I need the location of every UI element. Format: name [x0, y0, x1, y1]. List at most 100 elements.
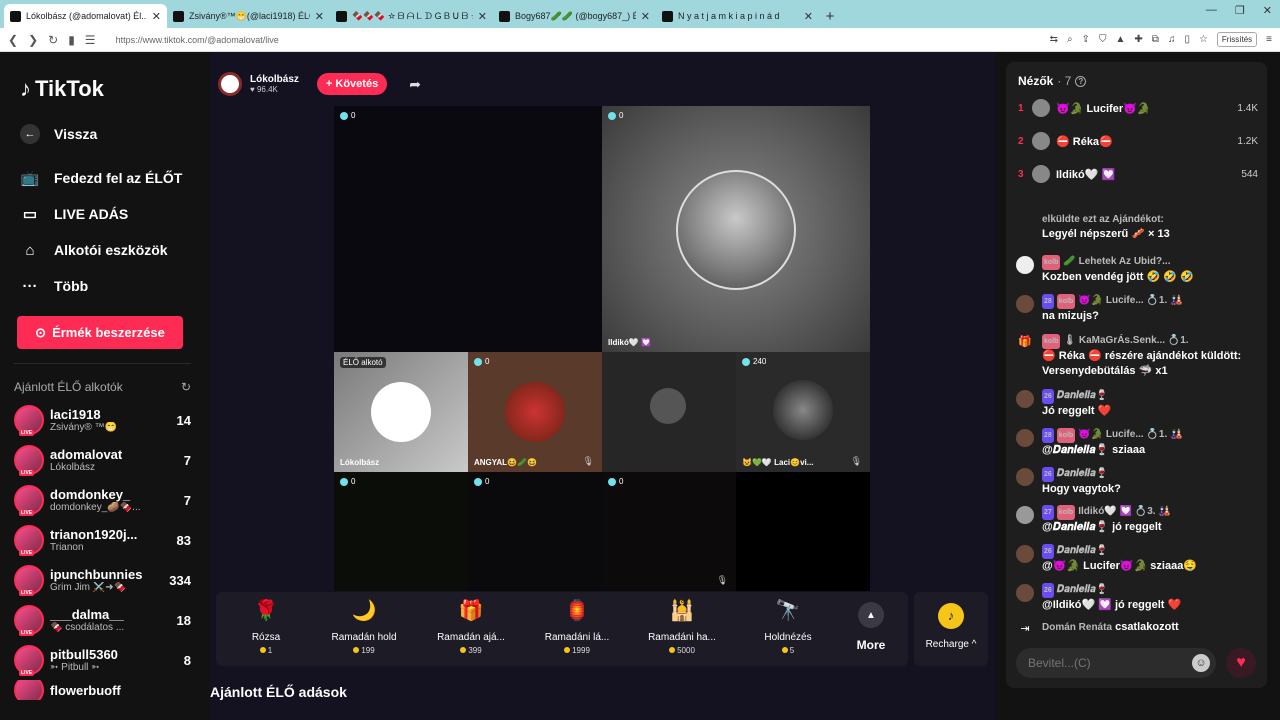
close-tab-icon[interactable]: ✕ [641, 10, 650, 23]
camera-icon: ▭ [22, 206, 38, 223]
emoji-icon[interactable]: ☺ [1192, 654, 1210, 672]
avatar[interactable] [1016, 584, 1034, 602]
minimize-icon[interactable]: — [1206, 4, 1217, 17]
avatar[interactable] [1016, 295, 1034, 313]
enter-icon: ⇥ [1020, 623, 1030, 635]
extension-icons: ⇆ ⌕ ⇪ ⛉ ▲ ✚ ⧉ ♫ ▯ ☆ Frissítés ≡ [1050, 32, 1272, 47]
creator-item[interactable]: LIVE domdonkey_ domdonkey_🥔🍫... 7 [14, 480, 191, 520]
avatar[interactable] [1016, 429, 1034, 447]
forward-nav-icon[interactable]: ❯ [28, 33, 38, 47]
refresh-button[interactable]: Frissítés [1216, 32, 1258, 47]
gift-item[interactable]: 🎁 Ramadán ajá... 399 [421, 598, 521, 655]
heart-icon: ♥ [250, 85, 255, 94]
back-link[interactable]: ← Vissza [20, 116, 191, 152]
browser-tab[interactable]: N y a t j a m k i a p i n á d ✕ [656, 4, 819, 28]
browser-tab[interactable]: Bogy687🥒🥒 (@bogy687_) ÉLŐ a...✕ [493, 4, 656, 28]
browser-tab[interactable]: 🍫🍫🍫 ☆ ᗷ ᗩ ᒪ ᗪ G Ᏼ ᑌ ᗷ ☆ (@gabo...✕ [330, 4, 493, 28]
avatar [1032, 132, 1050, 150]
avatar[interactable] [1016, 390, 1034, 408]
creator-item[interactable]: LIVE ipunchbunnies Grim Jim ⚔️➜🍫 334 [14, 560, 191, 600]
guest-cell-empty[interactable] [736, 472, 870, 591]
viewer-row[interactable]: 2 ⛔ Réka⛔ 1.2K [1018, 129, 1258, 153]
close-tab-icon[interactable]: ✕ [804, 10, 813, 23]
gift-item[interactable]: 🌹 Rózsa 1 [216, 598, 316, 655]
creator-item[interactable]: LIVE pitbull5360 ➳ Pitbull ➳ 8 [14, 640, 191, 680]
get-coins-button[interactable]: ⊙ Érmék beszerzése [17, 316, 183, 349]
url-field[interactable]: https://www.tiktok.com/@adomalovat/live [106, 35, 1040, 45]
share-icon[interactable]: ➦ [409, 76, 421, 93]
maximize-icon[interactable]: ❐ [1235, 4, 1245, 17]
menu-icon[interactable]: ≡ [1266, 34, 1272, 45]
follow-button[interactable]: + Követés [316, 73, 388, 95]
viewer-row[interactable]: 1 😈🐊 Lucifer😈🐊 1.4K [1018, 96, 1258, 120]
guest-cell[interactable]: 0 [468, 472, 602, 591]
creator-item[interactable]: LIVE trianon1920j... Trianon 83 [14, 520, 191, 560]
refresh-icon[interactable]: ↻ [181, 380, 191, 394]
gift-icon: 🎁 [1018, 336, 1032, 348]
nav-explore-live[interactable]: 📺 Fedezd fel az ÉLŐT [20, 160, 191, 196]
share-page-icon[interactable]: ⇪ [1082, 34, 1090, 45]
nav-live-broadcast[interactable]: ▭ LIVE ADÁS [20, 196, 191, 232]
viewer-row[interactable]: 3 Ildikó🤍 💟 544 [1018, 162, 1258, 186]
avatar[interactable] [218, 72, 242, 96]
guest-cell[interactable]: 0 ANGYAL😆🥒😆 🎙 [468, 352, 602, 472]
gift-item[interactable]: 🌙 Ramadán hold 199 [314, 598, 414, 655]
close-window-icon[interactable]: ✕ [1263, 4, 1272, 17]
avatar[interactable] [1016, 468, 1034, 486]
chevron-up-icon: ▲ [858, 602, 884, 628]
zoom-icon[interactable]: ⌕ [1067, 34, 1073, 45]
puzzle-icon[interactable]: ⧉ [1152, 34, 1159, 45]
gift-item[interactable]: 🕌 Ramadáni ha... 5000 [632, 598, 732, 655]
guest-avatar [676, 170, 796, 290]
like-heart-button[interactable]: ♥ [1226, 648, 1256, 678]
close-tab-icon[interactable]: ✕ [152, 10, 161, 23]
reload-icon[interactable]: ↻ [48, 33, 58, 47]
favorites-icon[interactable]: ☆ [1199, 34, 1208, 45]
guest-cell[interactable]: 0 🎙 [602, 472, 736, 591]
alert-icon[interactable]: ▲ [1116, 34, 1126, 45]
shield-icon[interactable]: ⛉ [1099, 34, 1107, 45]
gift-item[interactable]: 🔭 Holdnézés 5 [738, 598, 838, 655]
bookmark-icon[interactable]: ▮ [68, 33, 75, 47]
more-gifts-button[interactable]: ▲ More [856, 602, 886, 652]
site-info-icon[interactable]: ☰ [85, 33, 96, 47]
creator-item[interactable]: LIVE laci1918 Zsivány® ™😁 14 [14, 400, 191, 440]
avatar[interactable] [1016, 545, 1034, 563]
browser-tab[interactable]: Zsivány®™😁(@laci1918) ÉLŐ adás...✕ [167, 4, 330, 28]
nav-more[interactable]: ··· Több [20, 268, 191, 304]
translate-icon[interactable]: ⇆ [1050, 34, 1058, 45]
guest-cell[interactable]: 0 [334, 106, 602, 352]
avatar: LIVE [14, 525, 44, 556]
nav-creator-tools[interactable]: ⌂ Alkotói eszközök [20, 232, 191, 268]
avatar: LIVE [14, 445, 44, 476]
creator-item[interactable]: flowerbuoff [14, 680, 191, 700]
guest-cell[interactable]: 0 [334, 472, 468, 591]
tv-icon: 📺 [20, 170, 40, 187]
sidebar-icon[interactable]: ▯ [1184, 34, 1190, 45]
more-dots-icon: ··· [22, 277, 38, 295]
chat-input[interactable] [1016, 648, 1216, 678]
close-tab-icon[interactable]: ✕ [478, 10, 487, 23]
recharge-button[interactable]: ♪ Recharge ^ [914, 592, 988, 666]
chat-message: 27 kolb Ildikó🤍 💟 💍3. 🎎 @𝑫𝒂𝒏𝒊𝒆𝒍𝒍𝒂🍷 jó regge… [1016, 504, 1261, 535]
guest-cell-empty[interactable] [602, 352, 736, 472]
avatar[interactable] [1016, 506, 1034, 524]
avatar[interactable] [1016, 256, 1034, 274]
tiktok-logo[interactable]: ♪ TikTok [20, 76, 191, 102]
music-icon[interactable]: ♫ [1168, 34, 1176, 45]
left-sidebar: ♪ TikTok ← Vissza 📺 Fedezd fel az ÉLŐT ▭ LIV… [0, 52, 205, 720]
help-icon[interactable]: ? [1075, 75, 1087, 87]
browser-tab[interactable]: Lókolbász (@adomalovat) Él... ✕ [4, 4, 167, 28]
guest-cell[interactable]: 0 Ildikó🤍 💟 [602, 106, 870, 352]
creator-item[interactable]: LIVE adomalovat Lókolbász 7 [14, 440, 191, 480]
close-tab-icon[interactable]: ✕ [315, 10, 324, 23]
page-scrollbar[interactable] [1270, 52, 1280, 720]
new-tab-button[interactable]: + [819, 4, 841, 28]
guest-cell[interactable]: ÉLŐ alkotó Lókolbász [334, 352, 468, 472]
creator-item[interactable]: LIVE ___dalma__ 🍫 csodálatos ... 18 [14, 600, 191, 640]
back-nav-icon[interactable]: ❮ [8, 33, 18, 47]
tiktok-favicon-icon [499, 10, 510, 22]
gift-item[interactable]: 🏮 Ramadáni lá... 1999 [527, 598, 627, 655]
extension-icon[interactable]: ✚ [1134, 34, 1142, 45]
guest-cell[interactable]: 240 😺💚🤍 Laci😊vi... 🎙 [736, 352, 870, 472]
